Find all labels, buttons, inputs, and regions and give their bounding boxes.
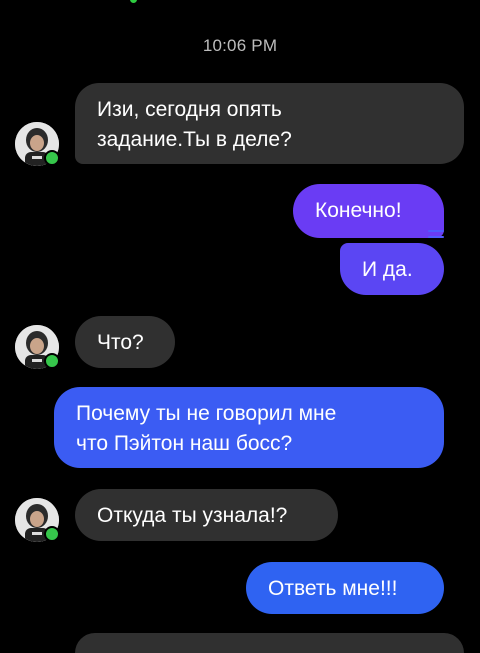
online-status-icon [44, 150, 60, 166]
message-outgoing-2[interactable]: И да. [340, 243, 444, 295]
seen-indicator-icon [428, 230, 444, 244]
message-incoming-partial [75, 633, 464, 653]
message-incoming-2[interactable]: Что? [75, 316, 175, 368]
message-outgoing-4[interactable]: Ответь мне!!! [246, 562, 444, 614]
contact-avatar-icon[interactable] [15, 325, 60, 369]
online-status-icon [44, 526, 60, 542]
online-status-icon [44, 353, 60, 369]
top-status-dot [130, 0, 137, 3]
message-timestamp: 10:06 PM [202, 36, 278, 55]
message-outgoing-1[interactable]: Конечно! [293, 184, 444, 238]
message-incoming-1[interactable]: Изи, сегодня опять задание.Ты в деле? [75, 83, 464, 164]
message-incoming-3[interactable]: Откуда ты узнала!? [75, 489, 338, 541]
message-outgoing-3[interactable]: Почему ты не говорил мне что Пэйтон наш … [54, 387, 444, 468]
contact-avatar-icon[interactable] [15, 498, 60, 542]
contact-avatar-icon[interactable] [15, 122, 60, 166]
